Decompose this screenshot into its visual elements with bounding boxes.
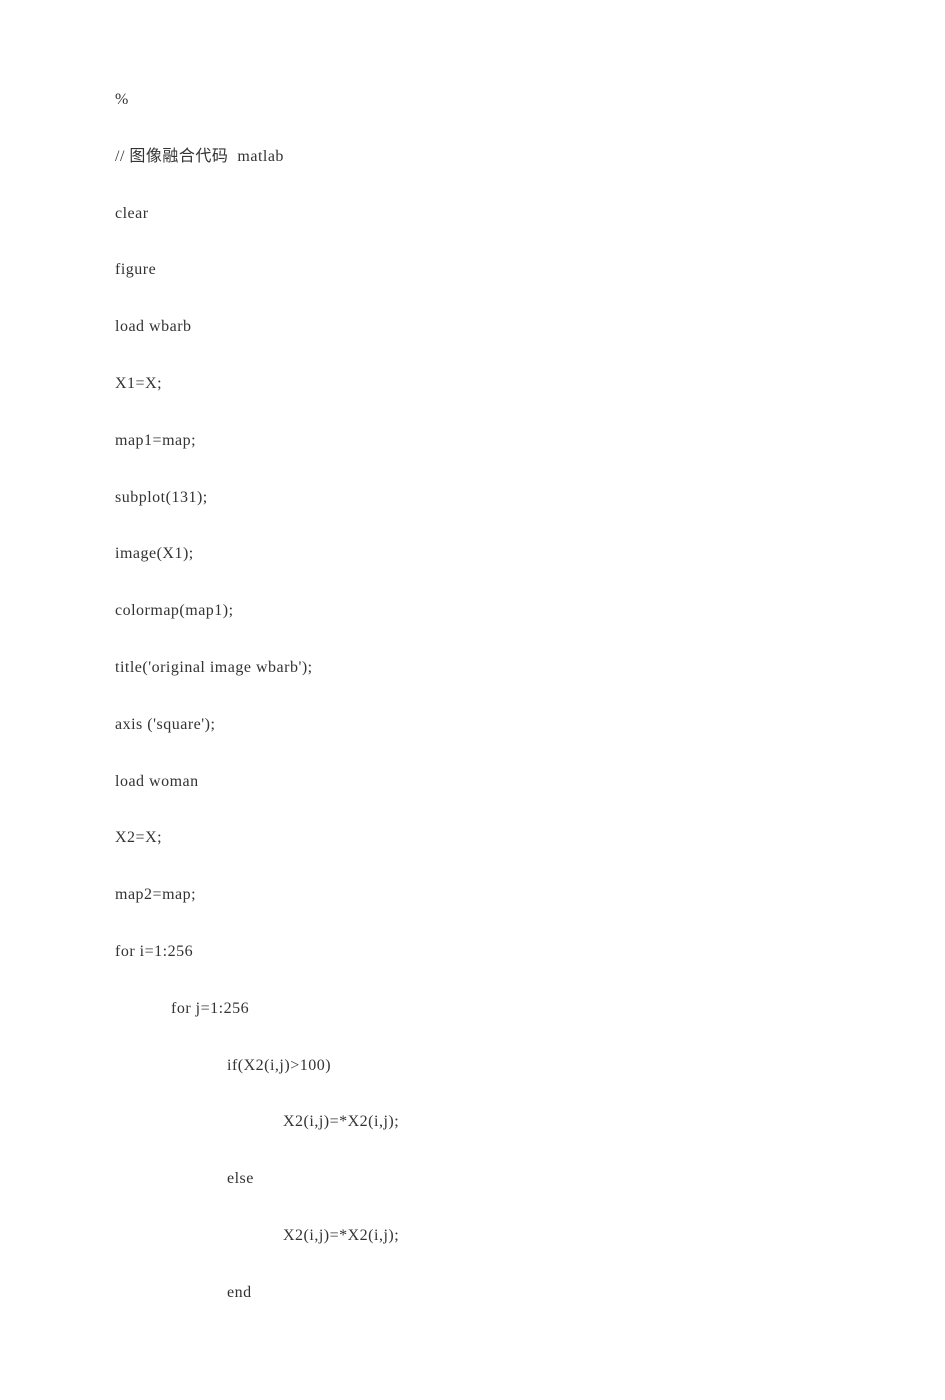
- code-line: X2=X;: [115, 828, 830, 849]
- code-line: X2(i,j)=*X2(i,j);: [115, 1112, 830, 1133]
- code-line: if(X2(i,j)>100): [115, 1056, 830, 1077]
- code-line: // 图像融合代码 matlab: [115, 147, 830, 168]
- code-line: X1=X;: [115, 374, 830, 395]
- code-line: title('original image wbarb');: [115, 658, 830, 679]
- code-line: map2=map;: [115, 885, 830, 906]
- code-line: image(X1);: [115, 544, 830, 565]
- document-page: % // 图像融合代码 matlab clear figure load wba…: [0, 0, 945, 1400]
- code-line: clear: [115, 204, 830, 225]
- code-line: map1=map;: [115, 431, 830, 452]
- code-line: X2(i,j)=*X2(i,j);: [115, 1226, 830, 1247]
- code-line: end: [115, 1283, 830, 1304]
- code-line: load wbarb: [115, 317, 830, 338]
- code-line: for i=1:256: [115, 942, 830, 963]
- code-line: colormap(map1);: [115, 601, 830, 622]
- code-line: figure: [115, 260, 830, 281]
- code-line: %: [115, 90, 830, 111]
- code-line: subplot(131);: [115, 488, 830, 509]
- code-line: else: [115, 1169, 830, 1190]
- code-line: axis ('square');: [115, 715, 830, 736]
- code-line: for j=1:256: [115, 999, 830, 1020]
- code-line: load woman: [115, 772, 830, 793]
